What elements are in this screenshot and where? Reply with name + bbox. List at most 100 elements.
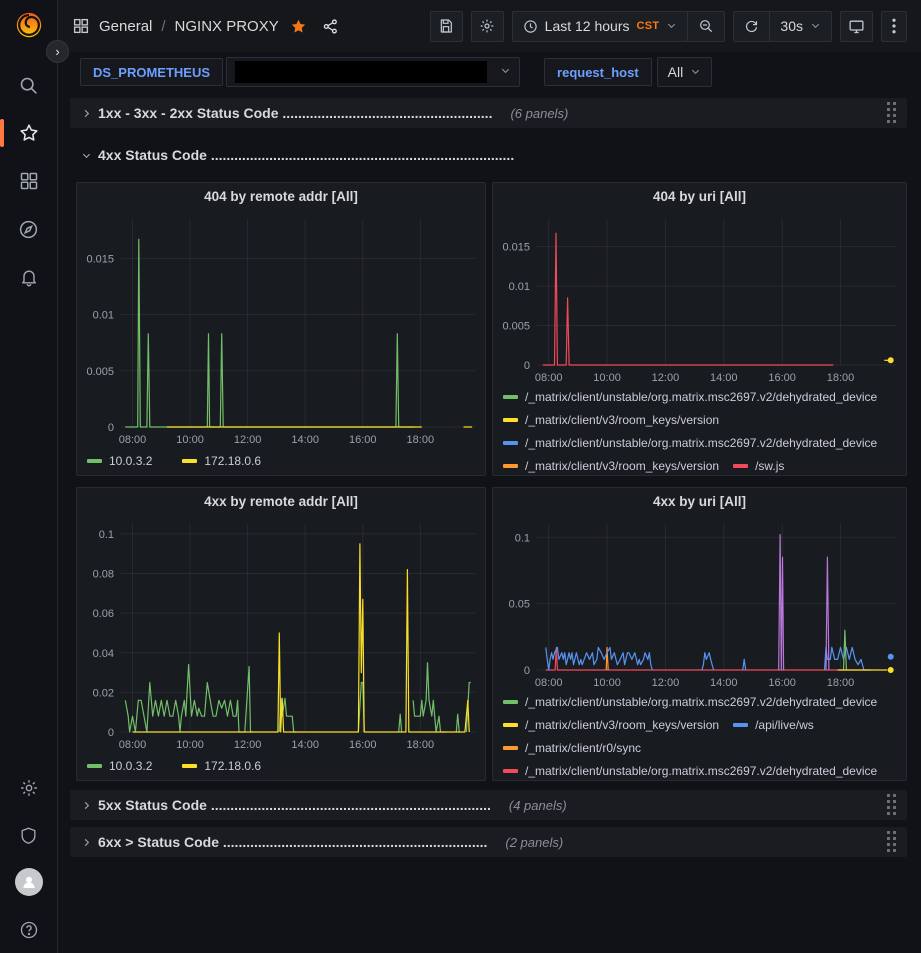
explore-compass-icon[interactable] [9, 212, 49, 246]
zoom-out-time-button[interactable] [687, 12, 724, 41]
svg-text:08:00: 08:00 [535, 372, 563, 384]
timeseries-plot[interactable]: 00.020.040.060.080.108:0010:0012:0014:00… [77, 514, 485, 752]
legend-item[interactable]: /_matrix/client/v3/room_keys/version [503, 454, 719, 475]
row-panel-count: (4 panels) [509, 798, 567, 813]
help-icon[interactable] [9, 913, 49, 947]
svg-text:12:00: 12:00 [652, 372, 680, 384]
kebab-menu-button[interactable] [881, 11, 907, 42]
legend-item[interactable]: 172.18.0.6 [182, 450, 261, 473]
search-icon[interactable] [9, 68, 49, 102]
save-dashboard-button[interactable] [430, 11, 463, 42]
legend-swatch [733, 464, 748, 468]
panel-legend: /_matrix/client/unstable/org.matrix.msc2… [493, 385, 906, 475]
dashboards-icon[interactable] [9, 164, 49, 198]
legend-swatch [503, 441, 518, 445]
row-panel-count: (6 panels) [510, 106, 568, 121]
legend-item[interactable]: /_matrix/client/unstable/org.matrix.msc2… [503, 385, 877, 408]
legend-swatch [503, 723, 518, 727]
row-5xx[interactable]: 5xx Status Code ........................… [70, 790, 907, 820]
legend-item[interactable]: /api/live/ws [733, 713, 814, 736]
timeseries-plot[interactable]: 00.050.108:0010:0012:0014:0016:0018:00 [493, 514, 906, 690]
chevron-right-icon [78, 800, 94, 811]
request-host-variable-label[interactable]: request_host [544, 58, 652, 86]
row-title: 1xx - 3xx - 2xx Status Code ............… [98, 105, 492, 121]
legend-item[interactable]: 10.0.3.2 [87, 755, 152, 778]
datasource-variable-label[interactable]: DS_PROMETHEUS [80, 58, 223, 86]
variables-bar: DS_PROMETHEUS request_host All [58, 52, 921, 92]
row-6xx[interactable]: 6xx > Status Code ......................… [70, 827, 907, 857]
chart-canvas[interactable]: 00.020.040.060.080.108:0010:0012:0014:00… [77, 514, 485, 752]
panel-4xx-by-remote-addr: 4xx by remote addr [All] 00.020.040.060.… [76, 487, 486, 781]
svg-text:14:00: 14:00 [291, 434, 319, 446]
svg-text:0.1: 0.1 [515, 532, 530, 544]
redacted-value [235, 61, 487, 83]
legend-item[interactable]: 172.18.0.6 [182, 755, 261, 778]
legend-swatch [182, 764, 197, 768]
svg-text:18:00: 18:00 [407, 434, 435, 446]
panel-title[interactable]: 404 by remote addr [All] [77, 183, 485, 209]
legend-item[interactable]: /_matrix/client/r0/sync [503, 736, 641, 759]
refresh-group: 30s [733, 11, 832, 42]
share-icon[interactable] [322, 18, 339, 35]
breadcrumb-folder[interactable]: General [99, 18, 152, 35]
legend-item[interactable]: /sw.js [733, 454, 784, 475]
refresh-interval-label: 30s [780, 18, 803, 34]
timeseries-plot[interactable]: 00.0050.010.01508:0010:0012:0014:0016:00… [77, 209, 485, 447]
legend-swatch [87, 764, 102, 768]
row-1xx-3xx-2xx[interactable]: 1xx - 3xx - 2xx Status Code ............… [70, 98, 907, 128]
legend-item[interactable]: /_matrix/client/v3/room_keys/version [503, 713, 719, 736]
svg-text:10:00: 10:00 [593, 677, 621, 689]
panels-grid: 404 by remote addr [All] 00.0050.010.015… [76, 182, 907, 781]
refresh-button[interactable] [734, 12, 769, 41]
legend-item[interactable]: /_matrix/client/unstable/org.matrix.msc2… [503, 431, 877, 454]
sidebar-expand-button[interactable]: › [46, 40, 69, 63]
legend-swatch [503, 464, 518, 468]
navbar-actions: Last 12 hours CST 30s [430, 11, 907, 42]
tv-mode-button[interactable] [840, 11, 873, 42]
panel-title[interactable]: 4xx by remote addr [All] [77, 488, 485, 514]
dashboard-title[interactable]: NGINX PROXY [175, 18, 279, 35]
svg-text:12:00: 12:00 [234, 739, 262, 751]
time-range-picker[interactable]: Last 12 hours CST [513, 12, 688, 41]
svg-text:10:00: 10:00 [176, 739, 204, 751]
svg-text:0.01: 0.01 [509, 281, 530, 293]
legend-item[interactable]: /_matrix/client/unstable/org.matrix.msc2… [503, 690, 877, 713]
configuration-gear-icon[interactable] [9, 771, 49, 805]
request-host-variable-dropdown[interactable]: All [657, 57, 713, 87]
dashboard-settings-button[interactable] [471, 11, 504, 42]
starred-dashboards-icon[interactable] [9, 116, 49, 150]
svg-text:0.005: 0.005 [502, 321, 530, 333]
server-admin-shield-icon[interactable] [9, 818, 49, 852]
legend-item[interactable]: /_matrix/client/v3/room_keys/version [503, 408, 719, 431]
row-drag-handle[interactable] [885, 792, 899, 818]
panel-title[interactable]: 4xx by uri [All] [493, 488, 906, 514]
chevron-right-icon [78, 837, 94, 848]
svg-text:16:00: 16:00 [768, 677, 796, 689]
alerting-bell-icon[interactable] [9, 260, 49, 294]
panel-title[interactable]: 404 by uri [All] [493, 183, 906, 209]
legend-item[interactable]: /_matrix/client/unstable/org.matrix.msc2… [503, 759, 877, 780]
refresh-interval-picker[interactable]: 30s [769, 12, 831, 41]
row-drag-handle[interactable] [885, 100, 899, 126]
row-4xx[interactable]: 4xx Status Code ........................… [70, 140, 907, 170]
svg-text:0.1: 0.1 [99, 529, 114, 541]
datasource-variable-dropdown[interactable] [226, 57, 520, 87]
chart-canvas[interactable]: 00.0050.010.01508:0010:0012:0014:0016:00… [77, 209, 485, 447]
apps-grid-icon[interactable] [72, 17, 90, 35]
row-title: 4xx Status Code ........................… [98, 147, 514, 163]
legend-swatch [503, 395, 518, 399]
chart-canvas[interactable]: 00.0050.010.01508:0010:0012:0014:0016:00… [493, 209, 906, 385]
svg-text:0.06: 0.06 [93, 608, 114, 620]
legend-item[interactable]: 10.0.3.2 [87, 450, 152, 473]
star-filled-icon[interactable] [290, 18, 307, 35]
active-indicator [0, 119, 4, 147]
timeseries-plot[interactable]: 00.0050.010.01508:0010:0012:0014:0016:00… [493, 209, 906, 385]
main-area: General / NGINX PROXY [58, 0, 921, 953]
dashboard-content: 1xx - 3xx - 2xx Status Code ............… [58, 92, 921, 953]
grafana-logo-icon[interactable] [9, 8, 49, 42]
user-avatar[interactable] [9, 865, 49, 899]
row-drag-handle[interactable] [885, 829, 899, 855]
chart-canvas[interactable]: 00.050.108:0010:0012:0014:0016:0018:00 [493, 514, 906, 690]
panel-404-by-uri: 404 by uri [All] 00.0050.010.01508:0010:… [492, 182, 907, 476]
legend-swatch [503, 700, 518, 704]
